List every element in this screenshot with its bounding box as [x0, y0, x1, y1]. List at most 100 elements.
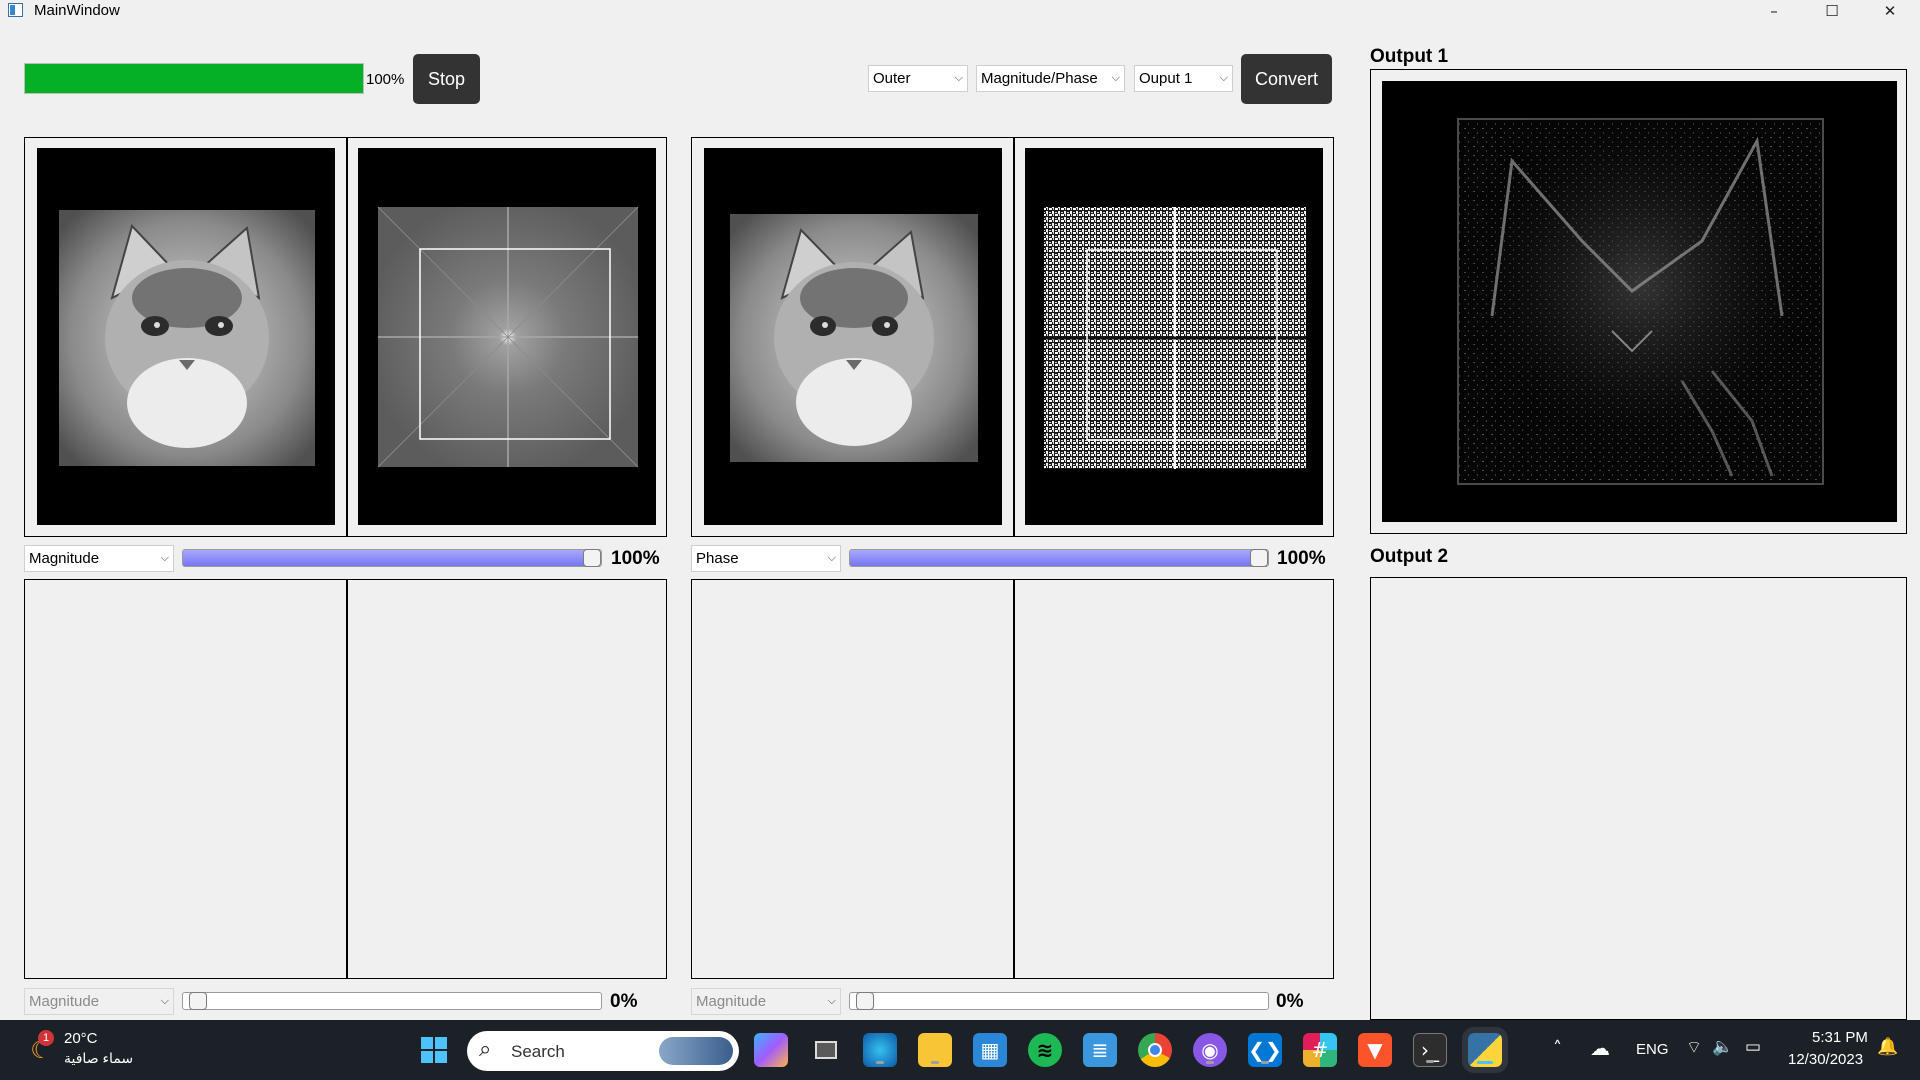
- component-select-2-value: Phase: [696, 550, 739, 567]
- mode-select[interactable]: Magnitude/Phase ⌵: [976, 65, 1125, 92]
- magnitude-spectrum: [377, 206, 639, 468]
- battery-icon[interactable]: ▭: [1745, 1037, 1761, 1057]
- panel-divider: [346, 580, 348, 978]
- image-1-ft-view[interactable]: [358, 148, 656, 525]
- convert-button[interactable]: Convert: [1241, 54, 1332, 104]
- weather-description[interactable]: سماء صافية: [64, 1050, 133, 1067]
- weight-percent-2: 100%: [1277, 548, 1326, 569]
- output-select-value: Ouput 1: [1139, 70, 1193, 87]
- progress-fill: [25, 64, 363, 93]
- processing-progress-bar: [24, 63, 364, 94]
- slack-icon[interactable]: #: [1303, 1033, 1337, 1067]
- store-icon[interactable]: ▦: [973, 1033, 1007, 1067]
- brave-icon[interactable]: ▼: [1358, 1033, 1392, 1067]
- file-explorer-icon[interactable]: [918, 1033, 952, 1067]
- spotify-icon[interactable]: ≋: [1028, 1033, 1062, 1067]
- notification-bell-icon[interactable]: 🔔: [1877, 1037, 1898, 1057]
- chevron-down-icon: ⌵: [160, 995, 169, 1007]
- volume-icon[interactable]: 🔈: [1712, 1037, 1733, 1057]
- notepad-icon[interactable]: ≣: [1083, 1033, 1117, 1067]
- copilot-icon[interactable]: [754, 1033, 788, 1067]
- image-panel-2: [691, 137, 1334, 537]
- task-view-icon[interactable]: [809, 1033, 843, 1067]
- panel-divider: [1013, 138, 1015, 536]
- weight-percent-3: 0%: [610, 991, 638, 1012]
- component-select-1[interactable]: Magnitude ⌵: [24, 545, 174, 572]
- onedrive-cloud-icon[interactable]: ☁: [1590, 1036, 1610, 1060]
- edge-icon[interactable]: [863, 1033, 897, 1067]
- search-placeholder: Search: [511, 1042, 565, 1061]
- output-2-panel[interactable]: [1370, 577, 1907, 1020]
- panel-divider: [1013, 580, 1015, 978]
- show-hidden-icons-icon[interactable]: ˄: [1553, 1038, 1562, 1059]
- component-select-3[interactable]: Magnitude ⌵: [24, 988, 174, 1015]
- weight-slider-4[interactable]: [849, 992, 1269, 1010]
- slider-fill: [850, 550, 1259, 566]
- input-language[interactable]: ENG: [1636, 1041, 1669, 1058]
- window-title: MainWindow: [34, 2, 120, 19]
- taskbar: ☾ 1 20°C سماء صافية ⌕ Search ▦ ≋ ≣ ◉ ❮❯ …: [0, 1020, 1920, 1080]
- terminal-icon[interactable]: ›_: [1413, 1033, 1447, 1067]
- region-select-value: Outer: [873, 70, 911, 87]
- weight-percent-4: 0%: [1276, 991, 1304, 1012]
- image-1-original-view[interactable]: [37, 148, 335, 525]
- weight-slider-3[interactable]: [182, 992, 602, 1010]
- panel-divider: [346, 138, 348, 536]
- search-icon: ⌕: [479, 1037, 492, 1062]
- search-highlight-icon: [659, 1037, 733, 1065]
- image-panel-3[interactable]: [24, 579, 667, 979]
- app-window-icon: [8, 3, 23, 17]
- python-icon[interactable]: [1462, 1027, 1508, 1073]
- output-2-label: Output 2: [1370, 546, 1449, 567]
- mode-select-value: Magnitude/Phase: [981, 70, 1098, 87]
- slider-handle[interactable]: [856, 992, 874, 1010]
- weather-badge: 1: [38, 1030, 54, 1046]
- output-1-panel: [1370, 69, 1907, 534]
- chevron-down-icon: ⌵: [827, 552, 836, 564]
- image-2-original-view[interactable]: [704, 148, 1002, 525]
- close-button[interactable]: ✕: [1861, 0, 1919, 22]
- component-select-1-value: Magnitude: [29, 550, 100, 567]
- slider-handle[interactable]: [189, 992, 207, 1010]
- chevron-down-icon: ⌵: [827, 995, 836, 1007]
- weight-slider-1[interactable]: [182, 549, 602, 567]
- cat-image: [59, 210, 315, 466]
- output-1-label: Output 1: [1370, 46, 1449, 67]
- minimize-button[interactable]: –: [1745, 0, 1803, 22]
- main-window: MainWindow – ☐ ✕ 100% Stop Outer ⌵ Magni…: [0, 0, 1920, 1080]
- clock-date[interactable]: 12/30/2023: [1788, 1051, 1863, 1068]
- clock-time[interactable]: 5:31 PM: [1812, 1029, 1868, 1046]
- weight-slider-2[interactable]: [849, 549, 1269, 567]
- maximize-button[interactable]: ☐: [1803, 0, 1861, 22]
- image-panel-4[interactable]: [691, 579, 1334, 979]
- image-2-ft-view[interactable]: [1025, 148, 1323, 525]
- chevron-down-icon: ⌵: [1111, 72, 1120, 84]
- region-select[interactable]: Outer ⌵: [868, 65, 968, 92]
- slider-handle[interactable]: [1250, 549, 1268, 567]
- weight-percent-1: 100%: [611, 548, 660, 569]
- chevron-down-icon: ⌵: [1219, 72, 1228, 84]
- stop-button[interactable]: Stop: [413, 54, 480, 104]
- weather-temperature[interactable]: 20°C: [64, 1030, 98, 1047]
- chrome-icon[interactable]: [1138, 1033, 1172, 1067]
- title-bar: MainWindow – ☐ ✕: [0, 0, 1920, 22]
- reconstructed-output-image: [1457, 118, 1824, 485]
- slider-fill: [183, 550, 592, 566]
- image-panel-1: [24, 137, 667, 537]
- chevron-down-icon: ⌵: [954, 72, 963, 84]
- component-select-4-value: Magnitude: [696, 993, 767, 1010]
- component-select-4[interactable]: Magnitude ⌵: [691, 988, 841, 1015]
- windows-start-icon[interactable]: [417, 1033, 451, 1067]
- component-select-2[interactable]: Phase ⌵: [691, 545, 841, 572]
- progress-percent: 100%: [366, 71, 405, 88]
- component-select-3-value: Magnitude: [29, 993, 100, 1010]
- taskbar-search-box[interactable]: ⌕ Search: [467, 1031, 739, 1071]
- output-1-view[interactable]: [1382, 81, 1897, 522]
- phase-spectrum: [1044, 207, 1306, 469]
- output-select[interactable]: Ouput 1 ⌵: [1134, 65, 1233, 92]
- cat-image: [730, 214, 978, 462]
- wifi-icon[interactable]: ⌔: [1686, 1037, 1702, 1058]
- vscode-icon[interactable]: ❮❯: [1248, 1033, 1282, 1067]
- github-icon[interactable]: ◉: [1193, 1033, 1227, 1067]
- slider-handle[interactable]: [583, 549, 601, 567]
